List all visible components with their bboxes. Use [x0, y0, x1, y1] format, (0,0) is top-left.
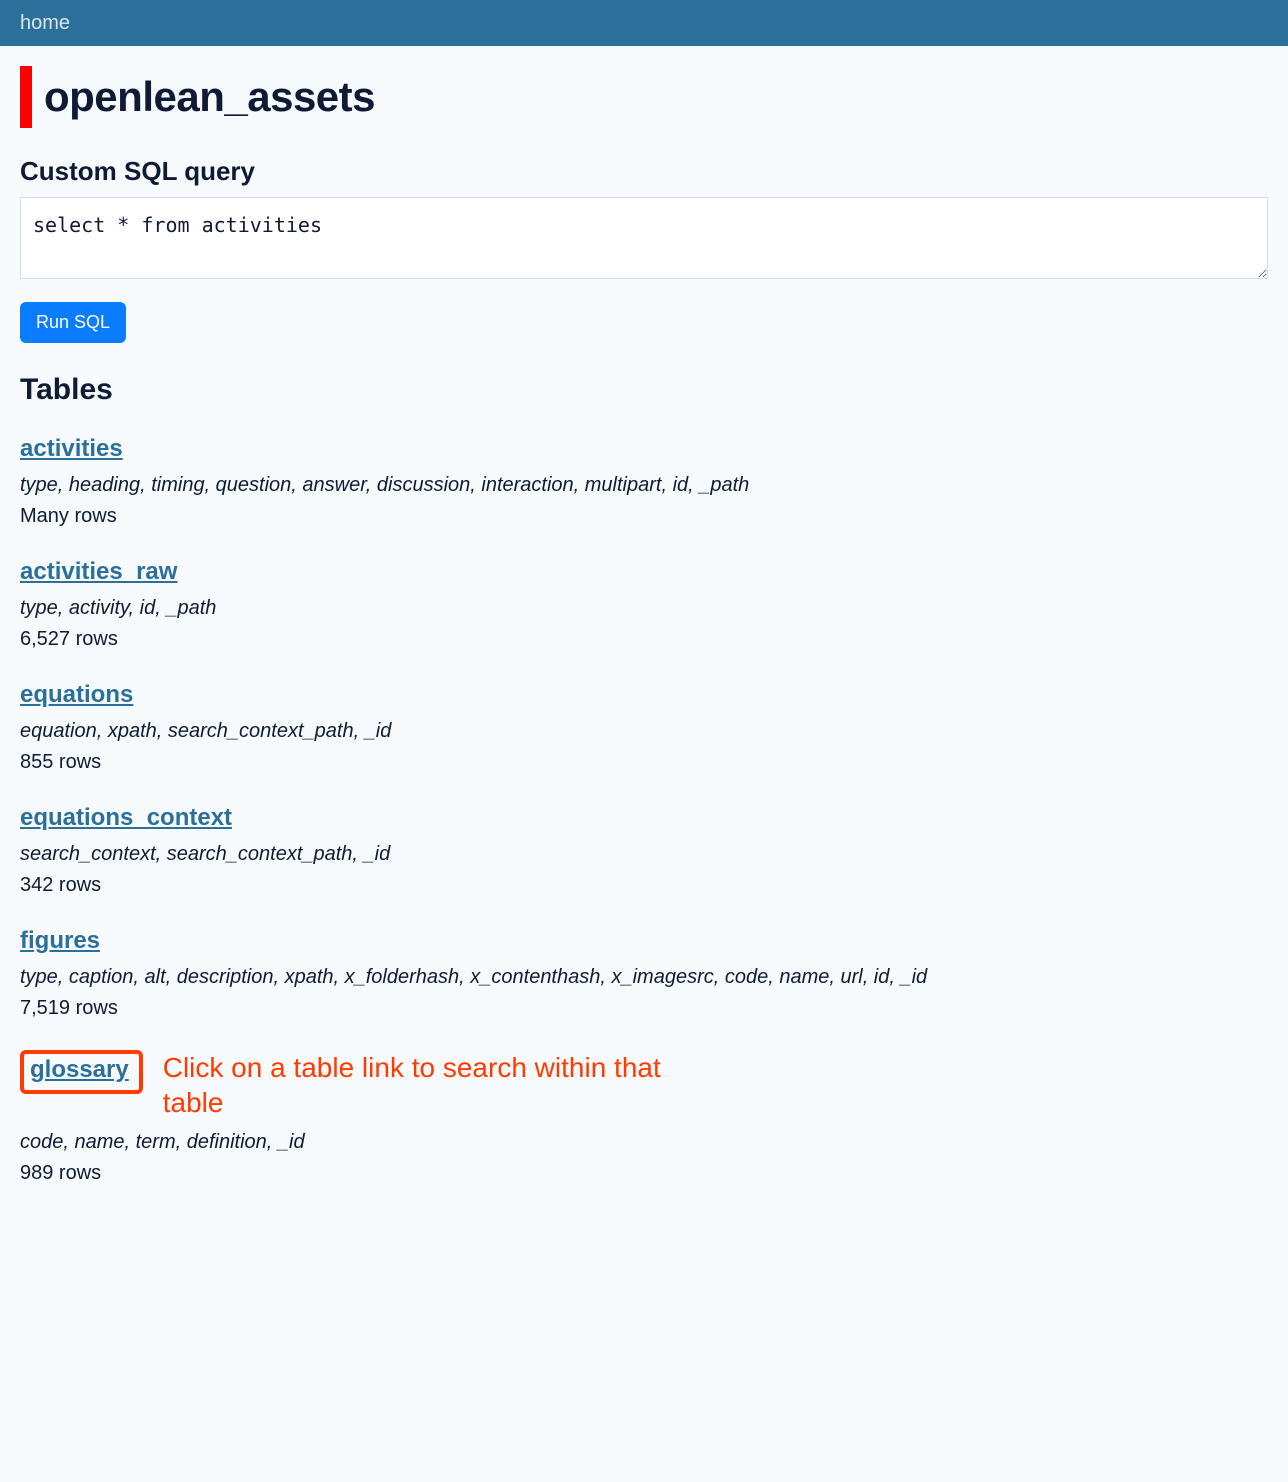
title-row: openlean_assets: [20, 66, 1268, 128]
table-rowcount: 342 rows: [20, 874, 1268, 897]
tables-list: activities type, heading, timing, questio…: [20, 435, 1268, 1185]
home-link[interactable]: home: [20, 12, 70, 35]
table-columns: equation, xpath, search_context_path, _i…: [20, 717, 1268, 745]
table-link-figures[interactable]: figures: [20, 927, 100, 955]
sql-heading: Custom SQL query: [20, 156, 1268, 187]
table-columns: search_context, search_context_path, _id: [20, 840, 1268, 868]
table-columns: type, activity, id, _path: [20, 594, 1268, 622]
table-columns: type, caption, alt, description, xpath, …: [20, 963, 1268, 991]
table-columns: code, name, term, definition, _id: [20, 1128, 1268, 1156]
table-rowcount: 855 rows: [20, 751, 1268, 774]
main-content: openlean_assets Custom SQL query Run SQL…: [0, 46, 1288, 1255]
table-entry: glossary Click on a table link to search …: [20, 1050, 1268, 1185]
navbar: home: [0, 0, 1288, 46]
table-rowcount: 6,527 rows: [20, 628, 1268, 651]
table-columns: type, heading, timing, question, answer,…: [20, 471, 1268, 499]
annotation-row: glossary Click on a table link to search …: [20, 1050, 1268, 1120]
table-rowcount: Many rows: [20, 505, 1268, 528]
table-link-activities[interactable]: activities: [20, 435, 123, 463]
table-entry: equations equation, xpath, search_context…: [20, 681, 1268, 774]
table-link-glossary[interactable]: glossary: [30, 1056, 129, 1084]
table-entry: equations_context search_context, search_…: [20, 804, 1268, 897]
tables-heading: Tables: [20, 373, 1268, 407]
accent-bar: [20, 66, 32, 128]
run-sql-button[interactable]: Run SQL: [20, 302, 126, 343]
page-title: openlean_assets: [44, 73, 375, 121]
annotation-text: Click on a table link to search within t…: [163, 1050, 663, 1120]
table-entry: figures type, caption, alt, description, …: [20, 927, 1268, 1020]
highlight-box: glossary: [20, 1050, 143, 1094]
table-rowcount: 7,519 rows: [20, 997, 1268, 1020]
table-rowcount: 989 rows: [20, 1162, 1268, 1185]
table-link-equations[interactable]: equations: [20, 681, 133, 709]
sql-input[interactable]: [20, 197, 1268, 279]
table-link-equations_context[interactable]: equations_context: [20, 804, 232, 832]
table-entry: activities type, heading, timing, questio…: [20, 435, 1268, 528]
table-entry: activities_raw type, activity, id, _path 6…: [20, 558, 1268, 651]
table-link-activities_raw[interactable]: activities_raw: [20, 558, 177, 586]
